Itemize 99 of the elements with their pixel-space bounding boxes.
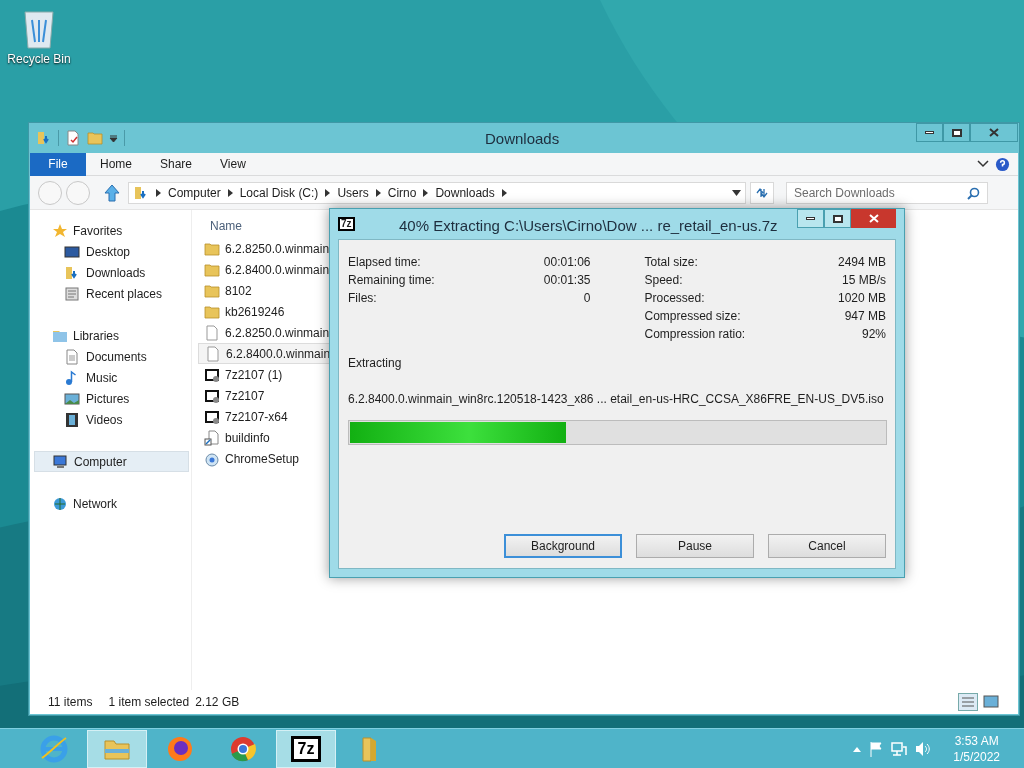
dialog-title: 40% Extracting C:\Users\Cirno\Dow ... re_retail_en-us.7z — [399, 216, 778, 236]
dialog-button[interactable]: Background — [504, 534, 622, 558]
star-icon — [52, 222, 68, 239]
nav-item[interactable]: Documents — [34, 346, 189, 367]
dialog-button[interactable]: Cancel — [768, 534, 886, 558]
file-tab[interactable]: File — [30, 152, 86, 176]
film-icon — [64, 411, 80, 428]
breadcrumb[interactable]: Cirno — [387, 183, 417, 202]
stat-label: Compressed size: — [644, 308, 741, 325]
document-icon — [64, 348, 80, 365]
stat-label: Speed: — [644, 272, 683, 289]
stat-value: 1020 MB — [837, 290, 886, 307]
search-field[interactable]: Search Downloads — [786, 181, 988, 204]
chevron-icon[interactable] — [227, 188, 233, 197]
maximize-button[interactable] — [824, 209, 851, 228]
chevron-icon[interactable] — [325, 188, 331, 197]
minimize-button[interactable] — [916, 123, 943, 142]
monitor-icon — [64, 243, 80, 260]
up-arrow-icon[interactable] — [104, 183, 120, 202]
expand-ribbon-icon[interactable] — [977, 159, 989, 169]
nav-item[interactable]: Pictures — [34, 388, 189, 409]
nav-item[interactable]: Recent places — [34, 283, 189, 304]
stat-value: 15 MB/s — [842, 272, 886, 289]
stat-value: 92% — [861, 326, 886, 343]
nav-item[interactable]: Desktop — [34, 241, 189, 262]
taskbar-button[interactable]: 7z — [276, 729, 336, 768]
stat-label: Compression ratio: — [644, 326, 746, 343]
status-text: 1 item selected — [108, 694, 190, 711]
operation-label: Extracting — [348, 355, 403, 372]
nav-item[interactable]: Favorites — [34, 220, 189, 241]
desktop-icon-label: Recycle Bin — [7, 51, 71, 68]
close-icon — [989, 128, 999, 137]
stat-value: 947 MB — [844, 308, 886, 325]
shortcut-icon — [204, 429, 220, 446]
folder-arrow-icon[interactable] — [36, 130, 52, 146]
current-file-path: 6.2.8400.0.winmain_win8rc.120518-1423_x86 ... etail_en-us-HRC_CCSA_X86FRE_EN-US_DV5.iso — [348, 391, 885, 408]
close-button[interactable] — [851, 209, 896, 228]
dropdown-caret-icon[interactable] — [732, 189, 741, 196]
folder-icon — [204, 262, 220, 277]
help-icon[interactable] — [995, 156, 1010, 172]
dialog-button[interactable]: Pause — [636, 534, 754, 558]
search-icon[interactable] — [967, 186, 980, 200]
ribbon-tab[interactable]: View — [206, 152, 260, 176]
nav-item[interactable]: Network — [34, 493, 189, 514]
stat-value: 0 — [583, 290, 591, 307]
stat-label: Elapsed time: — [348, 254, 421, 271]
close-icon — [868, 214, 879, 223]
nav-item[interactable]: Videos — [34, 409, 189, 430]
chevron-icon[interactable] — [156, 188, 161, 197]
breadcrumb[interactable]: Users — [337, 183, 369, 202]
pictures-icon — [64, 390, 80, 407]
computer-icon — [53, 453, 69, 470]
ribbon-tab[interactable]: Home — [86, 152, 146, 176]
dropdown-caret-icon[interactable] — [109, 133, 118, 143]
minimize-button[interactable] — [797, 209, 824, 228]
nav-item[interactable]: Downloads — [34, 262, 189, 283]
new-folder-icon — [87, 131, 103, 145]
nav-item[interactable]: Music — [34, 367, 189, 388]
properties-icon[interactable] — [65, 130, 81, 146]
close-button[interactable] — [970, 123, 1018, 142]
network-icon — [52, 495, 68, 512]
chevron-icon[interactable] — [423, 188, 429, 197]
stat-label: Remaining time: — [348, 272, 435, 289]
browser-e-icon — [39, 733, 69, 764]
stat-value: 2494 MB — [837, 254, 886, 271]
folder-arrow-icon — [64, 264, 80, 281]
chevron-icon[interactable] — [375, 188, 381, 197]
folder-icon — [204, 241, 220, 256]
blank-file-icon — [204, 324, 220, 341]
stat-value: 00:01:06 — [543, 254, 591, 271]
status-text: 11 items — [48, 694, 93, 711]
archive-icon — [204, 366, 220, 383]
maximize-button[interactable] — [943, 123, 970, 142]
breadcrumb[interactable]: Computer — [168, 183, 221, 202]
ribbon-tab[interactable]: Share — [146, 152, 207, 176]
folder-icon — [204, 304, 220, 319]
archive-icon — [204, 387, 220, 404]
breadcrumb[interactable]: Downloads — [435, 183, 495, 202]
status-text: 2.12 GB — [195, 694, 240, 711]
stat-label: Files: — [348, 290, 377, 307]
nav-item[interactable]: Computer — [34, 451, 189, 472]
7z-logo-icon: 7z — [291, 735, 321, 762]
blank-file-icon — [205, 345, 221, 362]
7z-logo-icon: 7z — [338, 217, 355, 231]
stat-label: Total size: — [644, 254, 698, 271]
archive-icon — [204, 408, 220, 425]
stat-value: 00:01:35 — [543, 272, 591, 289]
address-bar[interactable]: Computer Local Disk (C:) Users Cirno Downloads — [128, 181, 746, 204]
breadcrumb[interactable]: Local Disk (C:) — [239, 183, 319, 202]
window-title: Downloads — [485, 129, 560, 149]
recent-places-icon — [64, 285, 80, 302]
thumbnail-view-icon[interactable] — [982, 693, 1000, 711]
setup-icon — [204, 450, 220, 467]
refresh-button[interactable] — [750, 181, 774, 204]
folder-icon — [204, 283, 220, 298]
nav-item[interactable]: Libraries — [34, 325, 189, 346]
folder-arrow-icon — [133, 184, 149, 201]
chevron-icon[interactable] — [501, 188, 507, 197]
stat-label: Processed: — [644, 290, 705, 307]
